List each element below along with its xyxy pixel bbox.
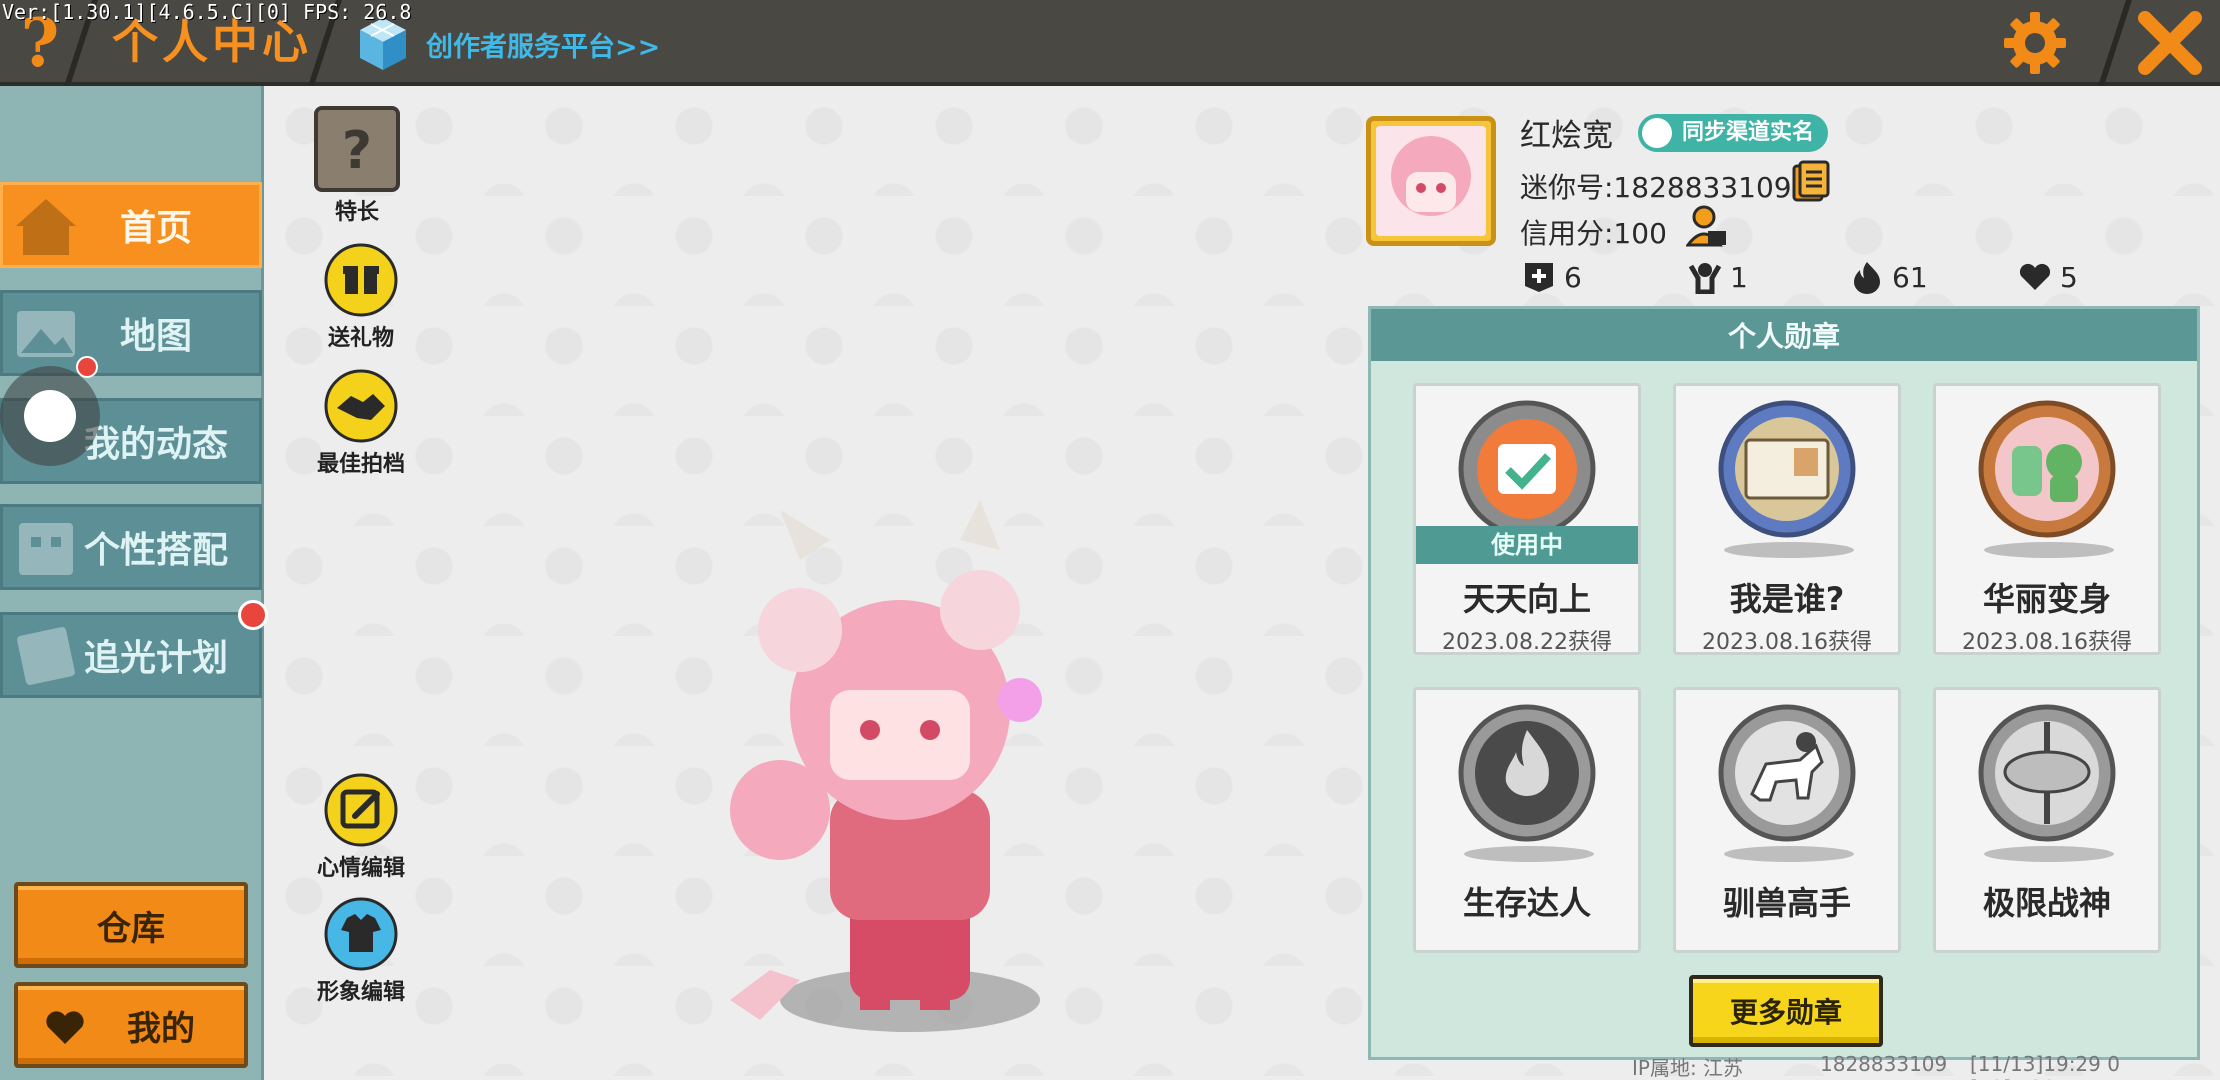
sidebar-item-label: 个性搭配: [83, 530, 228, 571]
sidebar-item-label: 追光计划: [83, 638, 228, 679]
medal-panel: 个人勋章 使用中 天天向上 2023.08.22获得 我是谁? 2023.08.…: [1368, 306, 2200, 1060]
medal-name: 我是谁?: [1729, 580, 1845, 618]
medal-card[interactable]: 我是谁? 2023.08.16获得: [1673, 383, 1901, 655]
credit-user-icon[interactable]: [1686, 205, 1728, 249]
close-icon[interactable]: [2135, 8, 2205, 78]
avatar[interactable]: [1366, 116, 1496, 246]
floating-assist-ball[interactable]: [0, 366, 100, 466]
medal-name: 天天向上: [1462, 580, 1591, 618]
divider: [2098, 0, 2132, 86]
sidebar-item-map[interactable]: 地图: [0, 290, 262, 376]
notification-dot: [238, 600, 268, 630]
boss-medal-icon: [1978, 704, 2116, 842]
stat-likes: 5: [2018, 260, 2078, 294]
stat-popularity: 61: [1850, 260, 1928, 294]
sidebar-item-label: 首页: [119, 208, 192, 249]
medal-date: 2023.08.16获得: [1702, 630, 1872, 655]
medal-name: 生存达人: [1462, 884, 1591, 922]
transform-medal-icon: [1978, 400, 2116, 538]
medal-date: 2023.08.22获得: [1442, 630, 1612, 655]
debug-info: Ver:[1.30.1][4.6.5.C][0] FPS: 26.8: [2, 0, 412, 24]
medal-name: 华丽变身: [1982, 580, 2111, 618]
copy-icon[interactable]: [1792, 160, 1830, 202]
medal-shadow: [1984, 846, 2114, 862]
medal-name: 极限战神: [1982, 884, 2111, 922]
medal-card[interactable]: 驯兽高手: [1673, 687, 1901, 953]
hearts-icon: [2019, 263, 2051, 290]
fire-medal-icon: [1458, 704, 1596, 842]
id-card-medal-icon: [1718, 400, 1856, 538]
medal-card[interactable]: 生存达人: [1413, 687, 1641, 953]
gift-action[interactable]: 送礼物: [301, 242, 421, 352]
medal-name: 驯兽高手: [1722, 884, 1851, 922]
sidebar-item-light-plan[interactable]: 追光计划: [0, 612, 262, 698]
character-avatar-3d[interactable]: [660, 500, 1140, 1040]
more-medals-button[interactable]: 更多勋章: [1689, 975, 1883, 1047]
fire-icon: [1854, 262, 1880, 294]
medal-panel-title: 个人勋章: [1371, 309, 2197, 361]
mini-id: 迷你号:1828833109: [1520, 171, 1792, 204]
footer-uid: 1828833109: [1820, 1052, 1948, 1076]
medal-shadow: [1464, 846, 1594, 862]
best-photo-action[interactable]: 最佳拍档: [301, 368, 421, 478]
fans-icon: [1688, 263, 1722, 294]
plus-bookmark-icon: [1525, 263, 1553, 292]
medal-card[interactable]: 使用中 天天向上 2023.08.22获得: [1413, 383, 1641, 655]
verify-realname-badge[interactable]: 同步渠道实名: [1638, 114, 1829, 152]
heart-icon: [46, 1011, 84, 1044]
mood-edit-label: 心情编辑: [316, 856, 405, 881]
mood-edit-action[interactable]: 心情编辑: [301, 772, 421, 882]
stat-fans: 1: [1688, 260, 1748, 294]
sidebar-item-outfit[interactable]: 个性搭配: [0, 504, 262, 590]
cube-icon: [360, 18, 406, 70]
medal-shadow: [1724, 846, 1854, 862]
sidebar-item-home[interactable]: 首页: [0, 182, 262, 268]
verify-label: 同步渠道实名: [1682, 120, 1815, 145]
build-info: [11/13]19:29 0 [58]1.30.1: [1970, 1052, 2120, 1080]
warehouse-label: 仓库: [97, 908, 165, 949]
specialty-label: 特长: [334, 200, 379, 225]
medal-card[interactable]: 极限战神: [1933, 687, 2161, 953]
question-box-icon: ?: [314, 106, 400, 192]
stat-plus: 6: [1522, 260, 1582, 294]
sidebar: 首页 地图 我的动态 个性搭配 追光计划 仓库 我的: [0, 86, 268, 1080]
user-verify-icon: [1642, 118, 1672, 148]
settings-gear-icon[interactable]: [2002, 10, 2068, 76]
image-edit-action[interactable]: 形象编辑: [301, 896, 421, 1006]
gift-icon: [324, 243, 398, 317]
medal-shadow: [1724, 542, 1854, 558]
horse-medal-icon: [1718, 704, 1856, 842]
ip-location: IP属地: 江苏: [1632, 1056, 1744, 1080]
sidebar-item-label: 地图: [119, 316, 192, 357]
shirt-icon: [324, 897, 398, 971]
medal-shadow: [1984, 542, 2114, 558]
avatar-image: [1376, 126, 1486, 236]
best-photo-label: 最佳拍档: [316, 452, 405, 477]
edit-pencil-icon: [324, 773, 398, 847]
warehouse-button[interactable]: 仓库: [14, 882, 248, 968]
svg-text:?: ?: [342, 121, 372, 181]
image-edit-label: 形象编辑: [316, 980, 405, 1005]
credit-score: 信用分:100: [1520, 217, 1667, 250]
gift-label: 送礼物: [327, 326, 394, 351]
mine-label: 我的: [127, 1008, 195, 1049]
username: 红烩宽: [1520, 118, 1613, 154]
calendar-medal-icon: [1458, 400, 1596, 538]
creator-link-label: 创作者服务平台>>: [426, 31, 661, 63]
handshake-icon: [324, 369, 398, 443]
in-use-tag: 使用中: [1416, 526, 1638, 564]
specialty-action[interactable]: ? 特长: [297, 106, 417, 226]
mine-button[interactable]: 我的: [14, 982, 248, 1068]
medal-date: 2023.08.16获得: [1962, 630, 2132, 655]
medal-card[interactable]: 华丽变身 2023.08.16获得: [1933, 383, 2161, 655]
